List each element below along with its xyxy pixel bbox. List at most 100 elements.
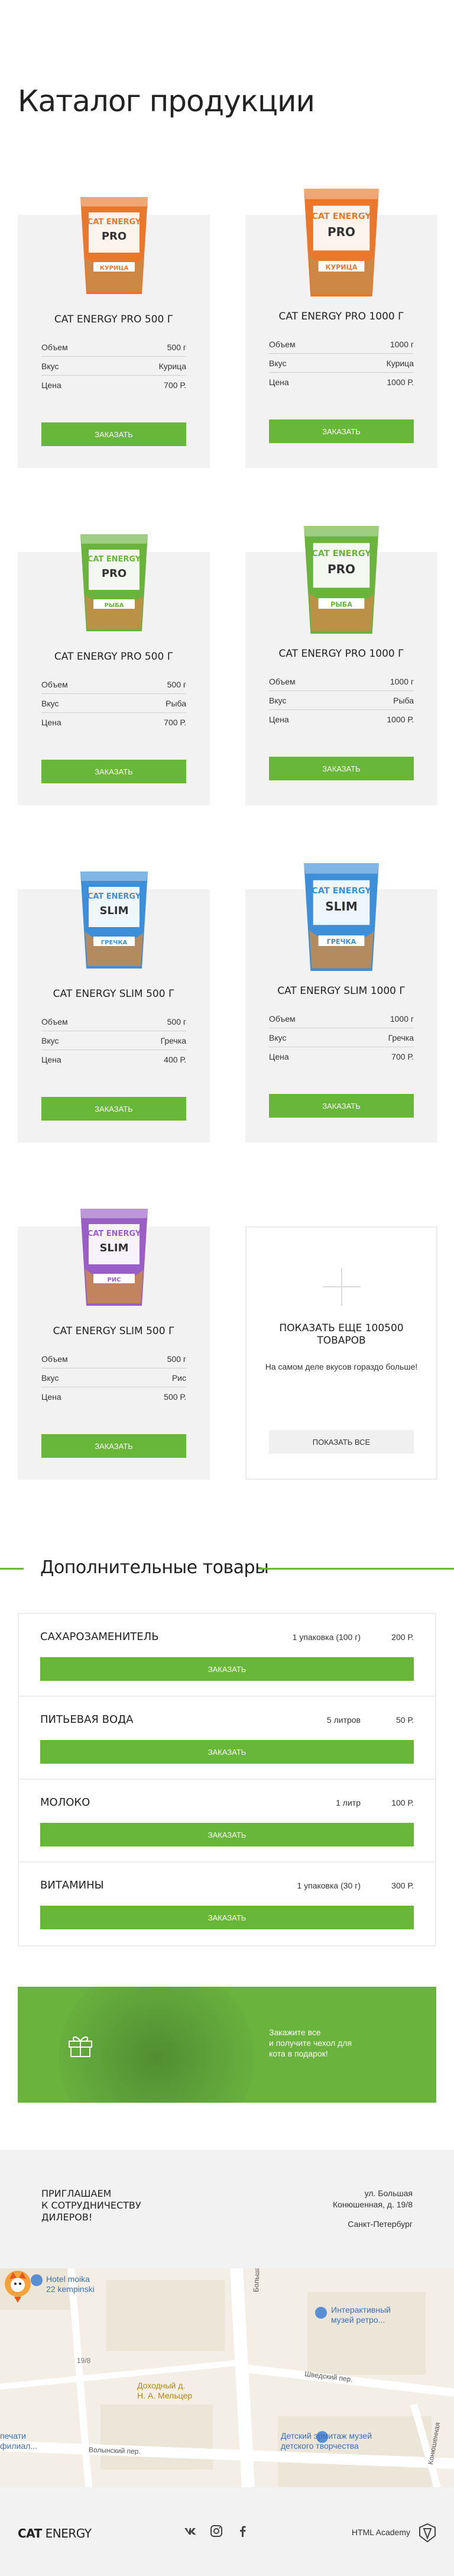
product-card-content: CAT ENERGY PRO КУРИЦА CAT ENERGY PRO 500… <box>41 192 186 446</box>
order-button[interactable]: Заказать <box>41 1097 186 1121</box>
map[interactable]: Hotel moika 22 kempinski Интерактивный муз… <box>0 2268 454 2487</box>
dealer-invitation-line: Приглашаем <box>41 2188 112 2199</box>
pack-brand-text: CAT ENERGY <box>87 218 141 227</box>
map-label-museum: Интерактивный музей ретро... <box>331 2305 391 2325</box>
spec-row-price: Цена 1000 Р. <box>269 373 414 391</box>
spec-label: Цена <box>269 715 289 724</box>
show-more-box: Показать еще 100500 товаров На самом дел… <box>245 1226 437 1480</box>
order-button[interactable]: Заказать <box>40 1823 414 1847</box>
spec-label: Вкус <box>269 359 287 368</box>
footer-logo[interactable]: CAT ENERGY <box>18 2526 92 2541</box>
good-name: Витамины <box>40 1879 104 1891</box>
spec-label: Объем <box>269 1014 296 1024</box>
map-canvas[interactable] <box>0 2268 454 2487</box>
spec-value: 500 г <box>167 1354 186 1364</box>
spec-value: Рыба <box>393 696 414 705</box>
logo-light: ENERGY <box>41 2526 92 2541</box>
spec-row-volume: Объем 500 г <box>41 338 186 357</box>
dealer-invitation: Приглашаем к сотрудничеству дилеров! <box>41 2188 183 2223</box>
order-button[interactable]: Заказать <box>41 760 186 783</box>
order-button[interactable]: Заказать <box>40 1740 414 1764</box>
product-package-image: CAT ENERGY PRO КУРИЦА <box>304 188 379 297</box>
order-button[interactable]: Заказать <box>40 1906 414 1929</box>
spec-row-taste: Вкус Гречка <box>269 1028 414 1047</box>
spec-row-volume: Объем 1000 г <box>269 335 414 354</box>
map-label-line: Доходный д. <box>137 2381 186 2390</box>
pack-line-text: SLIM <box>99 1242 128 1254</box>
map-label-line: печати <box>0 2431 26 2441</box>
pack-flavor-text: РЫБА <box>104 602 124 609</box>
spec-label: Цена <box>269 377 289 387</box>
product-specs: Объем 500 г Вкус Курица Цена 700 Р. <box>41 338 186 394</box>
order-button[interactable]: Заказать <box>41 422 186 446</box>
product-specs: Объем 1000 г Вкус Рыба Цена 1000 Р. <box>269 672 414 728</box>
product-specs: Объем 1000 г Вкус Курица Цена 1000 Р. <box>269 335 414 391</box>
map-label-house: Доходный д. Н. А. Мельцер <box>137 2381 192 2401</box>
pack-line-text: PRO <box>101 567 126 580</box>
additional-goods-list: Сахарозаменитель 1 упаковка (100 г) 200 … <box>18 1613 436 1946</box>
good-name: Сахарозаменитель <box>40 1631 159 1643</box>
spec-value: Рыба <box>166 699 186 708</box>
spec-row-taste: Вкус Курица <box>41 357 186 376</box>
spec-label: Цена <box>41 1392 61 1402</box>
good-price: 200 Р. <box>391 1632 414 1642</box>
pack-brand-text: CAT ENERGY <box>87 1229 141 1238</box>
pack-flavor-text: ГРЕЧКА <box>327 938 356 946</box>
spec-value: 700 Р. <box>164 718 186 727</box>
map-label-hotel: Hotel moika 22 kempinski <box>46 2274 95 2294</box>
spec-value: 1000 Р. <box>387 715 414 724</box>
spec-row-price: Цена 700 Р. <box>41 376 186 394</box>
product-specs: Объем 1000 г Вкус Гречка Цена 700 Р. <box>269 1009 414 1066</box>
product-card-content: CAT ENERGY SLIM РИС CAT ENERGY SLIM 500 … <box>41 1204 186 1458</box>
spec-row-volume: Объем 500 г <box>41 675 186 694</box>
product-card-content: CAT ENERGY PRO РЫБА CAT ENERGY PRO 1000 … <box>269 521 414 780</box>
academy-logo-icon[interactable] <box>419 2523 436 2543</box>
show-all-button[interactable]: Показать все <box>269 1430 414 1454</box>
dealer-invitation-line: к сотрудничеству <box>41 2200 141 2211</box>
spec-row-price: Цена 400 Р. <box>41 1050 186 1069</box>
spec-label: Объем <box>269 677 296 686</box>
product-name: CAT ENERGY PRO 500 Г <box>54 651 174 663</box>
vk-icon[interactable] <box>183 2524 197 2538</box>
product-name: CAT ENERGY PRO 1000 Г <box>278 311 404 322</box>
order-button[interactable]: Заказать <box>40 1657 414 1681</box>
good-name: Питьевая вода <box>40 1713 134 1726</box>
spec-value: 500 г <box>167 1017 186 1026</box>
spec-row-price: Цена 700 Р. <box>269 1047 414 1066</box>
show-more-card: Показать еще 100500 товаров На самом дел… <box>245 1201 437 1538</box>
product-package-image: CAT ENERGY PRO РЫБА <box>80 534 148 631</box>
spec-label: Объем <box>41 1017 68 1026</box>
good-info: Сахарозаменитель 1 упаковка (100 г) 200 … <box>40 1631 414 1643</box>
spec-row-price: Цена 500 Р. <box>41 1387 186 1406</box>
product-name: CAT ENERGY PRO 500 Г <box>54 314 174 325</box>
spec-value: 1000 г <box>390 1014 414 1024</box>
spec-value: 1000 Р. <box>387 377 414 387</box>
map-marker-icon[interactable] <box>0 2268 35 2304</box>
map-label-print: печати филиал... <box>0 2431 37 2451</box>
map-street-label: Волынский пер. <box>88 2445 141 2456</box>
product-name: CAT ENERGY SLIM 1000 Г <box>277 985 406 997</box>
academy-link[interactable]: HTML Academy <box>352 2527 410 2537</box>
spec-label: Объем <box>41 1354 68 1364</box>
order-button[interactable]: Заказать <box>41 1434 186 1458</box>
instagram-icon[interactable] <box>209 2524 223 2538</box>
pack-line-text: PRO <box>327 225 355 239</box>
header-line-left <box>0 1568 24 1570</box>
spec-row-taste: Вкус Рис <box>41 1368 186 1387</box>
order-button[interactable]: Заказать <box>269 419 414 443</box>
additional-goods-header: Дополнительные товары <box>0 1542 454 1601</box>
spec-label: Вкус <box>269 1033 287 1042</box>
map-house-number: 19/8 <box>77 2357 91 2365</box>
spec-value: 700 Р. <box>164 380 186 390</box>
facebook-icon[interactable] <box>235 2524 249 2538</box>
promo-text-line: Закажите все <box>269 2028 321 2037</box>
spec-row-price: Цена 700 Р. <box>41 713 186 731</box>
good-amount: 1 упаковка (100 г) <box>292 1632 361 1642</box>
product-card: CAT ENERGY PRO РЫБА CAT ENERGY PRO 1000 … <box>245 525 437 864</box>
order-button[interactable]: Заказать <box>269 757 414 780</box>
additional-good-row: Молоко 1 литр 100 Р. Заказать <box>19 1780 435 1862</box>
spec-label: Вкус <box>269 696 287 705</box>
order-button[interactable]: Заказать <box>269 1094 414 1118</box>
promo-text-line: и получите чехол для <box>269 2038 352 2048</box>
pack-brand-text: CAT ENERGY <box>312 212 371 221</box>
